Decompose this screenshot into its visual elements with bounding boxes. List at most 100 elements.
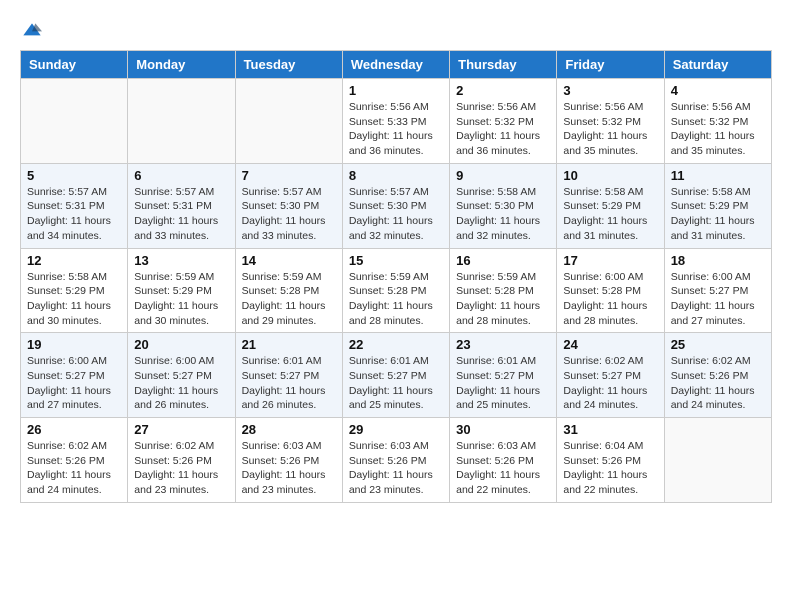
calendar-cell: 30Sunrise: 6:03 AM Sunset: 5:26 PM Dayli… (450, 418, 557, 503)
calendar-cell: 25 Sunrise: 6:02 AM Sunset: 5:26 PM Dayli… (664, 333, 771, 418)
calendar-cell: 6 Sunrise: 5:57 AM Sunset: 5:31 PM Daylig… (128, 163, 235, 248)
calendar-cell: 16Sunrise: 5:59 AM Sunset: 5:28 PM Dayli… (450, 248, 557, 333)
day-info: Sunrise: 5:58 AM Sunset: 5:29 PM Dayligh… (671, 186, 755, 242)
day-number: 29 (349, 422, 443, 437)
calendar-cell: 20 Sunrise: 6:00 AM Sunset: 5:27 PM Dayli… (128, 333, 235, 418)
calendar-cell: 14 Sunrise: 5:59 AM Sunset: 5:28 PM Dayli… (235, 248, 342, 333)
calendar-cell (235, 79, 342, 164)
day-number: 22 (349, 337, 443, 352)
calendar-cell: 3Sunrise: 5:56 AM Sunset: 5:32 PM Daylig… (557, 79, 664, 164)
calendar-cell: 27 Sunrise: 6:02 AM Sunset: 5:26 PM Dayli… (128, 418, 235, 503)
day-number: 9 (456, 168, 550, 183)
day-number: 25 (671, 337, 765, 352)
weekday-header-saturday: Saturday (664, 51, 771, 79)
calendar-cell (128, 79, 235, 164)
calendar-cell: 12Sunrise: 5:58 AM Sunset: 5:29 PM Dayli… (21, 248, 128, 333)
day-number: 23 (456, 337, 550, 352)
day-info: Sunrise: 6:01 AM Sunset: 5:27 PM Dayligh… (456, 355, 540, 411)
calendar-cell: 26 Sunrise: 6:02 AM Sunset: 5:26 PM Dayli… (21, 418, 128, 503)
day-number: 5 (27, 168, 121, 183)
day-info: Sunrise: 5:58 AM Sunset: 5:30 PM Dayligh… (456, 186, 540, 242)
calendar-cell: 21 Sunrise: 6:01 AM Sunset: 5:27 PM Dayli… (235, 333, 342, 418)
day-number: 11 (671, 168, 765, 183)
calendar-cell: 24 Sunrise: 6:02 AM Sunset: 5:27 PM Dayli… (557, 333, 664, 418)
day-info: Sunrise: 5:56 AM Sunset: 5:32 PM Dayligh… (456, 101, 540, 157)
day-info: Sunrise: 5:59 AM Sunset: 5:28 PM Dayligh… (349, 271, 433, 327)
calendar-cell: 15 Sunrise: 5:59 AM Sunset: 5:28 PM Dayli… (342, 248, 449, 333)
day-number: 8 (349, 168, 443, 183)
day-info: Sunrise: 5:58 AM Sunset: 5:29 PM Dayligh… (563, 186, 647, 242)
calendar-week-1: 1 Sunrise: 5:56 AM Sunset: 5:33 PM Daylig… (21, 79, 772, 164)
day-info: Sunrise: 6:02 AM Sunset: 5:27 PM Dayligh… (563, 355, 647, 411)
day-info: Sunrise: 6:03 AM Sunset: 5:26 PM Dayligh… (349, 440, 433, 496)
day-info: Sunrise: 5:57 AM Sunset: 5:31 PM Dayligh… (134, 186, 218, 242)
day-info: Sunrise: 5:57 AM Sunset: 5:30 PM Dayligh… (242, 186, 326, 242)
day-info: Sunrise: 5:56 AM Sunset: 5:33 PM Dayligh… (349, 101, 433, 157)
day-number: 18 (671, 253, 765, 268)
day-number: 6 (134, 168, 228, 183)
calendar-table: SundayMondayTuesdayWednesdayThursdayFrid… (20, 50, 772, 503)
weekday-header-wednesday: Wednesday (342, 51, 449, 79)
weekday-header-monday: Monday (128, 51, 235, 79)
day-number: 10 (563, 168, 657, 183)
day-number: 13 (134, 253, 228, 268)
calendar-cell: 7Sunrise: 5:57 AM Sunset: 5:30 PM Daylig… (235, 163, 342, 248)
day-info: Sunrise: 5:59 AM Sunset: 5:29 PM Dayligh… (134, 271, 218, 327)
calendar-cell: 1 Sunrise: 5:56 AM Sunset: 5:33 PM Daylig… (342, 79, 449, 164)
weekday-header-thursday: Thursday (450, 51, 557, 79)
calendar-week-2: 5 Sunrise: 5:57 AM Sunset: 5:31 PM Daylig… (21, 163, 772, 248)
day-number: 1 (349, 83, 443, 98)
day-number: 31 (563, 422, 657, 437)
day-number: 4 (671, 83, 765, 98)
calendar-cell: 19Sunrise: 6:00 AM Sunset: 5:27 PM Dayli… (21, 333, 128, 418)
day-number: 28 (242, 422, 336, 437)
calendar-cell: 18 Sunrise: 6:00 AM Sunset: 5:27 PM Dayli… (664, 248, 771, 333)
day-info: Sunrise: 6:03 AM Sunset: 5:26 PM Dayligh… (242, 440, 326, 496)
day-info: Sunrise: 6:02 AM Sunset: 5:26 PM Dayligh… (27, 440, 111, 496)
page-header (20, 20, 772, 40)
calendar-cell: 2 Sunrise: 5:56 AM Sunset: 5:32 PM Daylig… (450, 79, 557, 164)
calendar-cell: 13 Sunrise: 5:59 AM Sunset: 5:29 PM Dayli… (128, 248, 235, 333)
calendar-cell: 4 Sunrise: 5:56 AM Sunset: 5:32 PM Daylig… (664, 79, 771, 164)
day-info: Sunrise: 6:01 AM Sunset: 5:27 PM Dayligh… (349, 355, 433, 411)
logo-icon (22, 20, 42, 40)
calendar-header-row: SundayMondayTuesdayWednesdayThursdayFrid… (21, 51, 772, 79)
calendar-cell (664, 418, 771, 503)
weekday-header-tuesday: Tuesday (235, 51, 342, 79)
calendar-cell: 22 Sunrise: 6:01 AM Sunset: 5:27 PM Dayli… (342, 333, 449, 418)
day-info: Sunrise: 5:58 AM Sunset: 5:29 PM Dayligh… (27, 271, 111, 327)
day-number: 3 (563, 83, 657, 98)
day-info: Sunrise: 6:00 AM Sunset: 5:27 PM Dayligh… (134, 355, 218, 411)
day-info: Sunrise: 6:01 AM Sunset: 5:27 PM Dayligh… (242, 355, 326, 411)
day-info: Sunrise: 5:57 AM Sunset: 5:31 PM Dayligh… (27, 186, 111, 242)
day-info: Sunrise: 6:00 AM Sunset: 5:28 PM Dayligh… (563, 271, 647, 327)
day-number: 26 (27, 422, 121, 437)
day-number: 21 (242, 337, 336, 352)
day-number: 14 (242, 253, 336, 268)
calendar-cell: 29 Sunrise: 6:03 AM Sunset: 5:26 PM Dayli… (342, 418, 449, 503)
day-info: Sunrise: 5:56 AM Sunset: 5:32 PM Dayligh… (671, 101, 755, 157)
weekday-header-sunday: Sunday (21, 51, 128, 79)
day-number: 2 (456, 83, 550, 98)
weekday-header-friday: Friday (557, 51, 664, 79)
day-number: 20 (134, 337, 228, 352)
day-info: Sunrise: 5:59 AM Sunset: 5:28 PM Dayligh… (242, 271, 326, 327)
day-info: Sunrise: 6:00 AM Sunset: 5:27 PM Dayligh… (671, 271, 755, 327)
calendar-cell: 9 Sunrise: 5:58 AM Sunset: 5:30 PM Daylig… (450, 163, 557, 248)
day-number: 24 (563, 337, 657, 352)
day-info: Sunrise: 5:59 AM Sunset: 5:28 PM Dayligh… (456, 271, 540, 327)
day-info: Sunrise: 6:02 AM Sunset: 5:26 PM Dayligh… (671, 355, 755, 411)
day-number: 15 (349, 253, 443, 268)
calendar-cell: 23 Sunrise: 6:01 AM Sunset: 5:27 PM Dayli… (450, 333, 557, 418)
day-info: Sunrise: 6:00 AM Sunset: 5:27 PM Dayligh… (27, 355, 111, 411)
day-info: Sunrise: 6:02 AM Sunset: 5:26 PM Dayligh… (134, 440, 218, 496)
calendar-cell: 10 Sunrise: 5:58 AM Sunset: 5:29 PM Dayli… (557, 163, 664, 248)
calendar-cell: 11 Sunrise: 5:58 AM Sunset: 5:29 PM Dayli… (664, 163, 771, 248)
day-info: Sunrise: 5:57 AM Sunset: 5:30 PM Dayligh… (349, 186, 433, 242)
calendar-week-4: 19Sunrise: 6:00 AM Sunset: 5:27 PM Dayli… (21, 333, 772, 418)
day-number: 27 (134, 422, 228, 437)
calendar-cell: 17Sunrise: 6:00 AM Sunset: 5:28 PM Dayli… (557, 248, 664, 333)
calendar-week-5: 26 Sunrise: 6:02 AM Sunset: 5:26 PM Dayli… (21, 418, 772, 503)
calendar-cell: 31Sunrise: 6:04 AM Sunset: 5:26 PM Dayli… (557, 418, 664, 503)
logo (20, 20, 42, 40)
